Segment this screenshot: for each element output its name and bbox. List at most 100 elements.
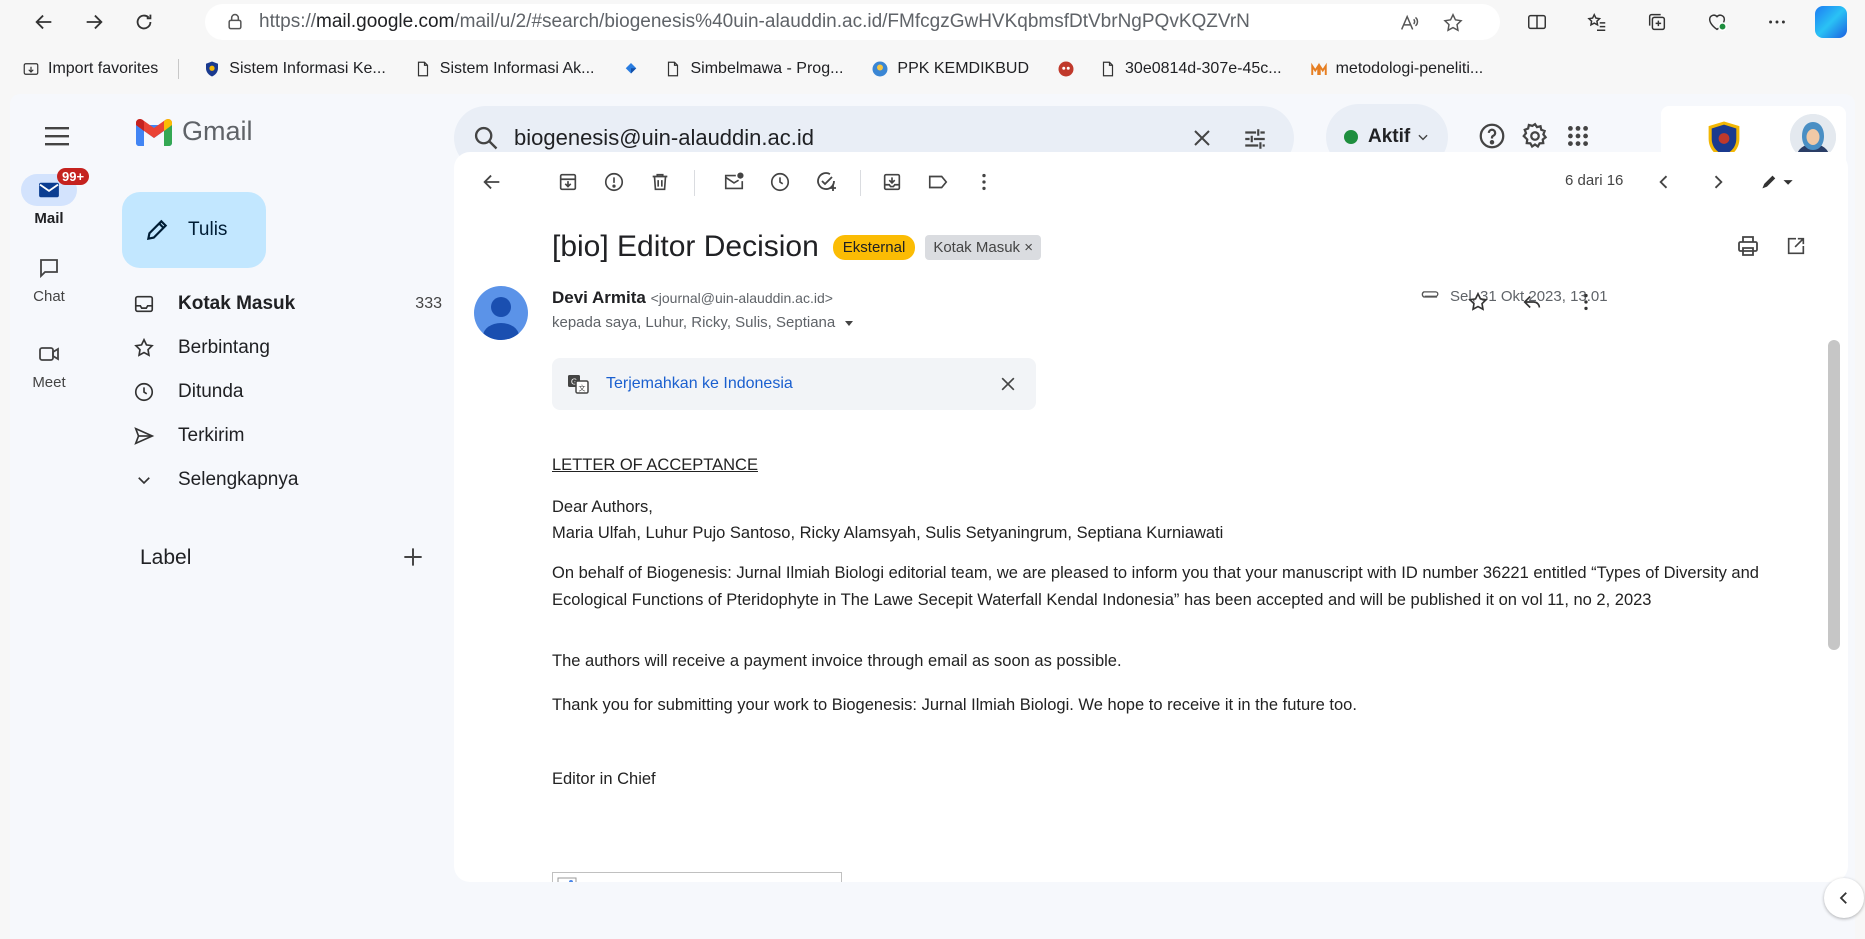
- search-options-icon[interactable]: [1242, 126, 1268, 152]
- copilot-icon[interactable]: [1815, 6, 1847, 38]
- translate-icon: G文: [568, 375, 589, 394]
- rail-mail[interactable]: 99+ Mail: [10, 168, 90, 227]
- nav-item-sent[interactable]: Terkirim: [122, 416, 442, 456]
- side-panel-toggle-icon[interactable]: [1824, 878, 1864, 918]
- add-to-tasks-icon[interactable]: [812, 168, 840, 196]
- print-icon[interactable]: [1734, 232, 1762, 260]
- translate-banner: G文 Terjemahkan ke Indonesia: [552, 358, 1036, 410]
- bookmarks-bar: Import favorites Sistem Informasi Ke... …: [0, 52, 1865, 86]
- read-aloud-icon[interactable]: [1398, 12, 1420, 34]
- search-icon[interactable]: [472, 124, 500, 152]
- move-to-icon[interactable]: [878, 168, 906, 196]
- message-scrollbar[interactable]: [1828, 340, 1840, 650]
- svg-text:文: 文: [579, 384, 586, 393]
- remove-label-icon[interactable]: ×: [1024, 239, 1033, 256]
- sender-email: <journal@uin-alauddin.ac.id>: [650, 290, 833, 306]
- sender-name[interactable]: Devi Armita: [552, 288, 646, 307]
- nav-item-starred[interactable]: Berbintang: [122, 328, 442, 368]
- mark-unread-icon[interactable]: [720, 168, 748, 196]
- bookmark-mascot-site[interactable]: [1057, 60, 1083, 78]
- globe-logo-icon: [871, 60, 889, 78]
- nav-item-label: Terkirim: [178, 425, 245, 446]
- status-dot: [1344, 130, 1358, 144]
- more-options-icon[interactable]: [1755, 0, 1799, 44]
- rail-meet[interactable]: Meet: [10, 338, 88, 391]
- labels-heading: Label: [140, 546, 192, 569]
- translate-link[interactable]: Terjemahkan ke Indonesia: [606, 375, 793, 393]
- bookmark-sistem-informasi-ak[interactable]: Sistem Informasi Ak...: [414, 60, 594, 78]
- report-spam-icon[interactable]: [600, 168, 628, 196]
- previous-chevron-icon[interactable]: [1650, 168, 1678, 196]
- input-tools-icon[interactable]: [1756, 168, 1800, 196]
- mail-icon: [39, 182, 59, 198]
- shield-logo-icon: [203, 60, 221, 78]
- message-pager: 6 dari 16: [1565, 172, 1624, 189]
- inbox-label-chip[interactable]: Kotak Masuk ×: [925, 234, 1041, 260]
- settings-gear-icon[interactable]: [1519, 120, 1551, 152]
- open-new-window-icon[interactable]: [1782, 232, 1810, 260]
- nav-item-inbox[interactable]: Kotak Masuk 333: [122, 284, 442, 324]
- import-icon: [22, 60, 40, 78]
- forward-arrow-icon[interactable]: [72, 0, 116, 44]
- caret-down-icon: [845, 320, 854, 326]
- split-screen-icon[interactable]: [1515, 0, 1559, 44]
- clock-icon: [134, 382, 154, 402]
- gmail-app: Gmail biogenesis@uin-alauddin.ac.id Akti…: [10, 94, 1855, 939]
- nav-item-snoozed[interactable]: Ditunda: [122, 372, 442, 412]
- back-arrow-icon[interactable]: [22, 0, 66, 44]
- collections-icon[interactable]: [1635, 0, 1679, 44]
- unread-badge: 99+: [57, 168, 90, 185]
- body-heading: LETTER OF ACCEPTANCE: [552, 456, 758, 474]
- apps-grid-icon[interactable]: [1562, 120, 1594, 152]
- bookmark-simbelmawa[interactable]: Simbelmawa - Prog...: [664, 60, 843, 78]
- compose-button[interactable]: Tulis: [122, 192, 266, 268]
- gmail-logo[interactable]: Gmail: [134, 116, 253, 147]
- delete-trash-icon[interactable]: [646, 168, 674, 196]
- next-chevron-icon[interactable]: [1704, 168, 1732, 196]
- star-email-icon[interactable]: [1464, 288, 1492, 316]
- bookmark-ppk-kemdikbud[interactable]: PPK KEMDIKBUD: [871, 60, 1029, 78]
- chat-icon: [40, 259, 58, 279]
- support-icon[interactable]: [1476, 120, 1508, 152]
- browser-essentials-icon[interactable]: [1695, 0, 1739, 44]
- archive-icon[interactable]: [554, 168, 582, 196]
- main-menu-icon[interactable]: [42, 124, 74, 148]
- bookmark-metodologi[interactable]: metodologi-peneliti...: [1310, 60, 1483, 78]
- body-paragraph-3: Thank you for submitting your work to Bi…: [552, 696, 1357, 714]
- subject-text: [bio] Editor Decision: [552, 230, 819, 263]
- snooze-clock-icon[interactable]: [766, 168, 794, 196]
- label-tag-icon[interactable]: [924, 168, 952, 196]
- bookmark-sistem-informasi-ke[interactable]: Sistem Informasi Ke...: [203, 60, 386, 78]
- bookmark-import-favorites[interactable]: Import favorites: [22, 60, 158, 78]
- close-translate-icon[interactable]: [998, 374, 1018, 394]
- address-bar[interactable]: https://mail.google.com/mail/u/2/#search…: [205, 4, 1500, 40]
- favorite-star-icon[interactable]: [1442, 12, 1464, 34]
- toolbar-divider: [860, 170, 861, 196]
- rail-chat[interactable]: Chat: [10, 252, 88, 305]
- favorites-list-icon[interactable]: [1575, 0, 1619, 44]
- refresh-icon[interactable]: [122, 0, 166, 44]
- star-icon: [134, 337, 154, 357]
- broken-image-icon: [557, 877, 577, 882]
- status-label: Aktif: [1368, 126, 1411, 147]
- nav-item-more[interactable]: Selengkapnya: [122, 460, 442, 500]
- search-query: biogenesis@uin-alauddin.ac.id: [514, 125, 814, 150]
- clear-search-icon[interactable]: [1190, 126, 1214, 150]
- bookmark-30e0814d[interactable]: 30e0814d-307e-45c...: [1099, 60, 1282, 78]
- toolbar-divider: [694, 170, 695, 196]
- back-to-list-icon[interactable]: [478, 168, 506, 196]
- reply-icon[interactable]: [1518, 288, 1546, 316]
- more-actions-icon[interactable]: [970, 168, 998, 196]
- body-signoff: Editor in Chief: [552, 770, 656, 788]
- sender-avatar[interactable]: [474, 286, 528, 340]
- recipients-line[interactable]: kepada saya, Luhur, Ricky, Sulis, Septia…: [552, 314, 855, 331]
- bookmark-diamond-site[interactable]: [622, 60, 648, 78]
- message-more-icon[interactable]: [1572, 288, 1600, 316]
- bookmark-divider: [178, 59, 180, 79]
- inbox-icon: [134, 295, 154, 313]
- mascot-logo-icon: [1057, 60, 1075, 78]
- add-label-icon[interactable]: [400, 544, 426, 570]
- gmail-m-icon: [136, 118, 172, 146]
- pencil-icon: [146, 219, 168, 241]
- broken-image-placeholder: [552, 872, 842, 882]
